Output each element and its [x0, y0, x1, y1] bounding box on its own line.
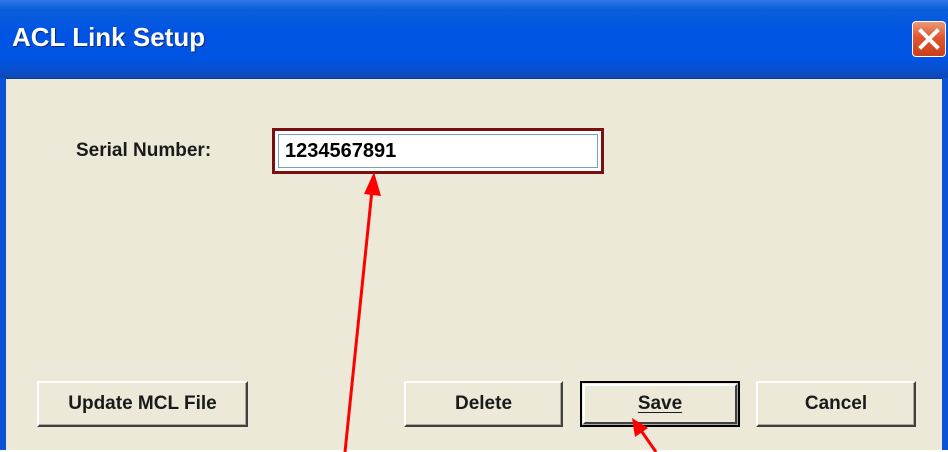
delete-label: Delete [454, 393, 513, 414]
serial-number-input[interactable] [278, 134, 598, 168]
close-icon [918, 28, 940, 50]
update-mcl-file-label: Update MCL File [68, 393, 217, 414]
serial-number-highlight [272, 128, 604, 174]
dialog-window: ACL Link Setup Serial Number: Update MCL… [0, 0, 948, 450]
right-frame-border [942, 78, 948, 450]
title-bar[interactable]: ACL Link Setup [0, 0, 948, 79]
close-button[interactable] [912, 21, 946, 57]
save-label: Save [637, 393, 683, 414]
delete-button[interactable]: Delete [404, 381, 563, 427]
cancel-button[interactable]: Cancel [756, 381, 916, 427]
serial-number-label: Serial Number: [76, 140, 212, 161]
window-title: ACL Link Setup [12, 22, 206, 52]
cancel-label: Cancel [804, 393, 868, 414]
save-button[interactable]: Save [580, 381, 740, 427]
update-mcl-file-button[interactable]: Update MCL File [37, 381, 248, 427]
